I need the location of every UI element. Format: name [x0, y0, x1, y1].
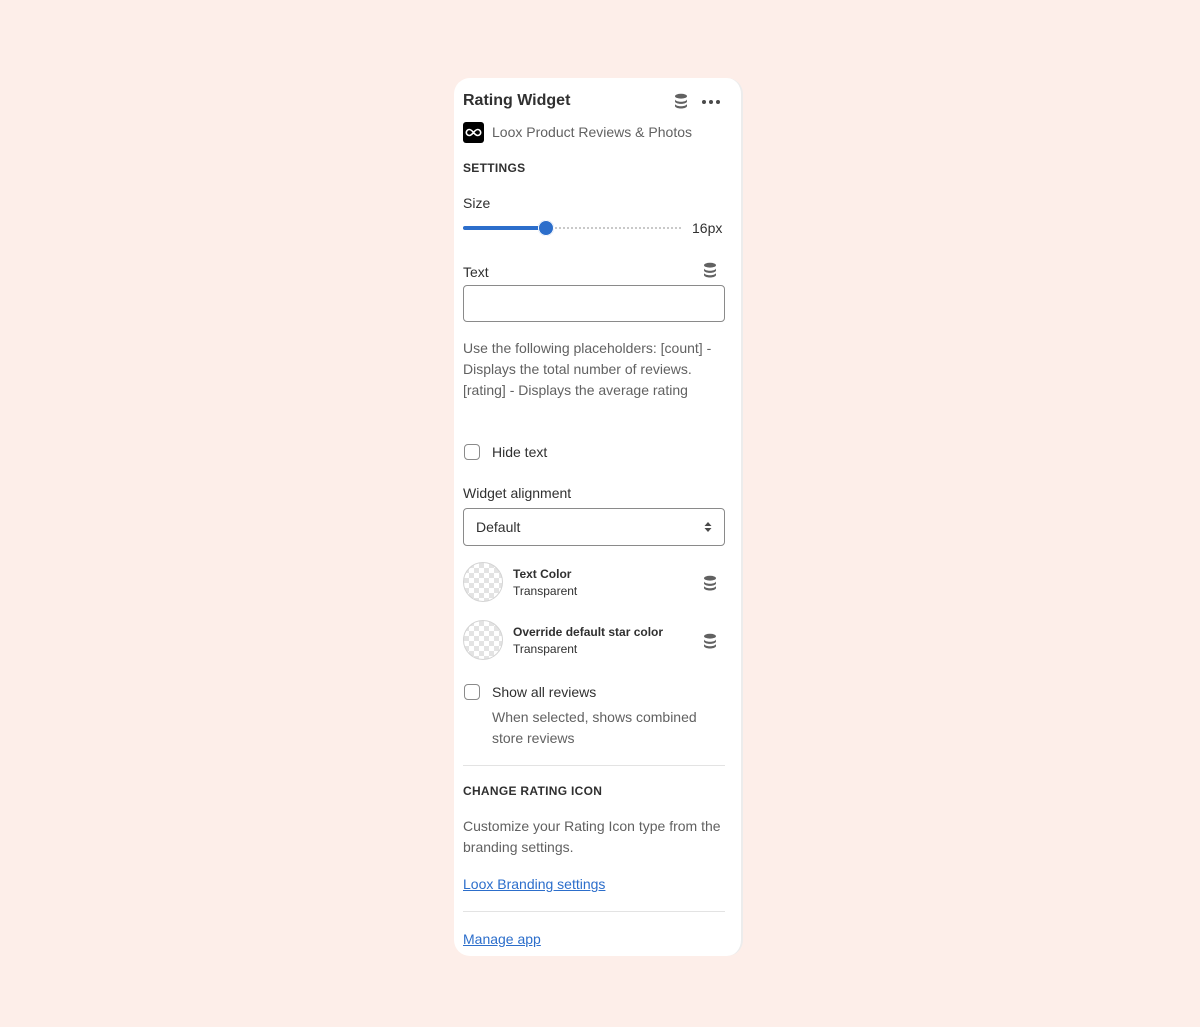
text-color-swatch[interactable]: [463, 562, 503, 602]
loox-logo: [463, 122, 484, 143]
infinity-icon: [465, 128, 482, 137]
settings-heading: SETTINGS: [463, 161, 526, 175]
manage-app-link[interactable]: Manage app: [463, 931, 541, 947]
text-input[interactable]: [463, 285, 725, 322]
panel-title: Rating Widget: [463, 92, 571, 109]
size-slider[interactable]: [463, 218, 683, 238]
divider: [463, 765, 725, 766]
database-icon[interactable]: [702, 633, 718, 649]
settings-panel: Rating Widget Loox Product Reviews & Pho…: [454, 78, 743, 956]
star-color-swatch[interactable]: [463, 620, 503, 660]
select-value: Default: [476, 519, 521, 535]
rating-icon-help: Customize your Rating Icon type from the…: [463, 818, 721, 855]
text-help: Use the following placeholders: [count] …: [463, 340, 712, 398]
app-name: Loox Product Reviews & Photos: [492, 124, 692, 140]
slider-thumb[interactable]: [538, 220, 555, 236]
loox-branding-settings-link[interactable]: Loox Branding settings: [463, 876, 605, 892]
hide-text-label[interactable]: Hide text: [492, 444, 547, 460]
star-color-title: Override default star color: [513, 625, 664, 639]
more-horizontal-icon[interactable]: [700, 91, 722, 113]
show-all-reviews-label[interactable]: Show all reviews: [492, 684, 596, 700]
show-all-reviews-checkbox[interactable]: [464, 684, 480, 700]
widget-alignment-select[interactable]: Default: [463, 508, 725, 546]
text-color-title: Text Color: [513, 567, 572, 581]
show-all-reviews-help: When selected, shows combined store revi…: [492, 709, 697, 746]
size-label: Size: [463, 195, 491, 211]
hide-text-checkbox[interactable]: [464, 444, 480, 460]
star-color-value: Transparent: [513, 642, 578, 656]
database-icon[interactable]: [702, 575, 718, 591]
database-icon[interactable]: [673, 93, 689, 109]
divider: [463, 911, 725, 912]
select-chevron-icon: [704, 522, 712, 532]
slider-fill: [463, 226, 547, 230]
text-label: Text: [463, 264, 489, 280]
widget-alignment-label: Widget alignment: [463, 485, 572, 501]
change-rating-icon-heading: CHANGE RATING ICON: [463, 784, 603, 798]
size-value: 16px: [692, 220, 723, 236]
database-icon[interactable]: [702, 262, 718, 278]
text-color-value: Transparent: [513, 584, 578, 598]
